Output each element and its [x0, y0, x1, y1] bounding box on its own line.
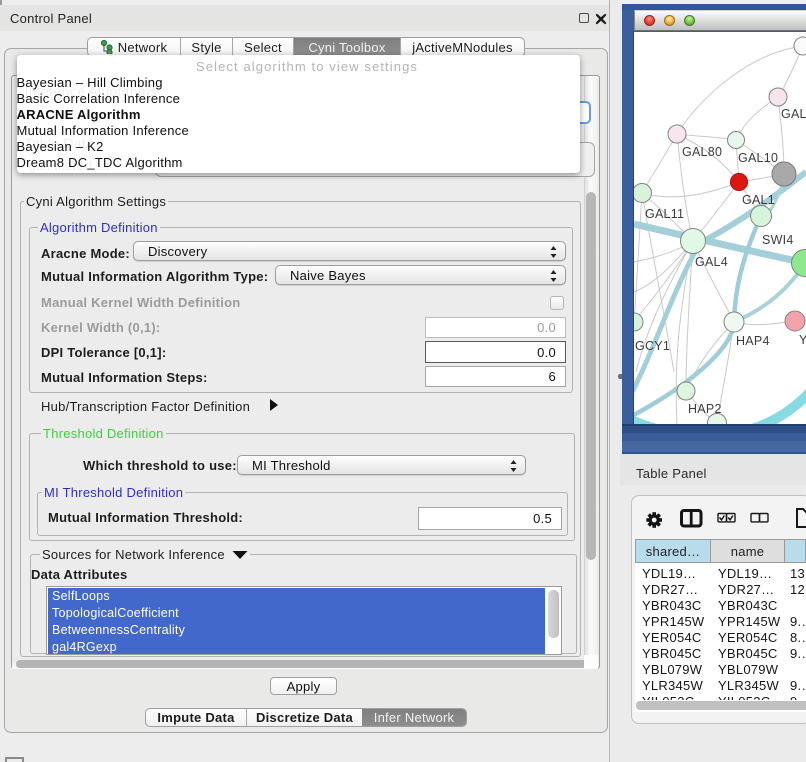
- svg-text:GAL11: GAL11: [645, 207, 684, 221]
- svg-text:GAL10: GAL10: [738, 151, 778, 165]
- svg-text:HAP2: HAP2: [688, 402, 722, 416]
- svg-text:Y: Y: [799, 333, 806, 347]
- svg-text:GAL80: GAL80: [682, 145, 722, 159]
- svg-text:GAL4: GAL4: [695, 255, 728, 269]
- svg-text:SWI4: SWI4: [762, 233, 794, 247]
- svg-text:HAP4: HAP4: [736, 334, 770, 348]
- svg-text:GAL8: GAL8: [781, 107, 806, 121]
- svg-text:GCY1: GCY1: [635, 339, 670, 353]
- svg-text:GAL1: GAL1: [742, 193, 775, 207]
